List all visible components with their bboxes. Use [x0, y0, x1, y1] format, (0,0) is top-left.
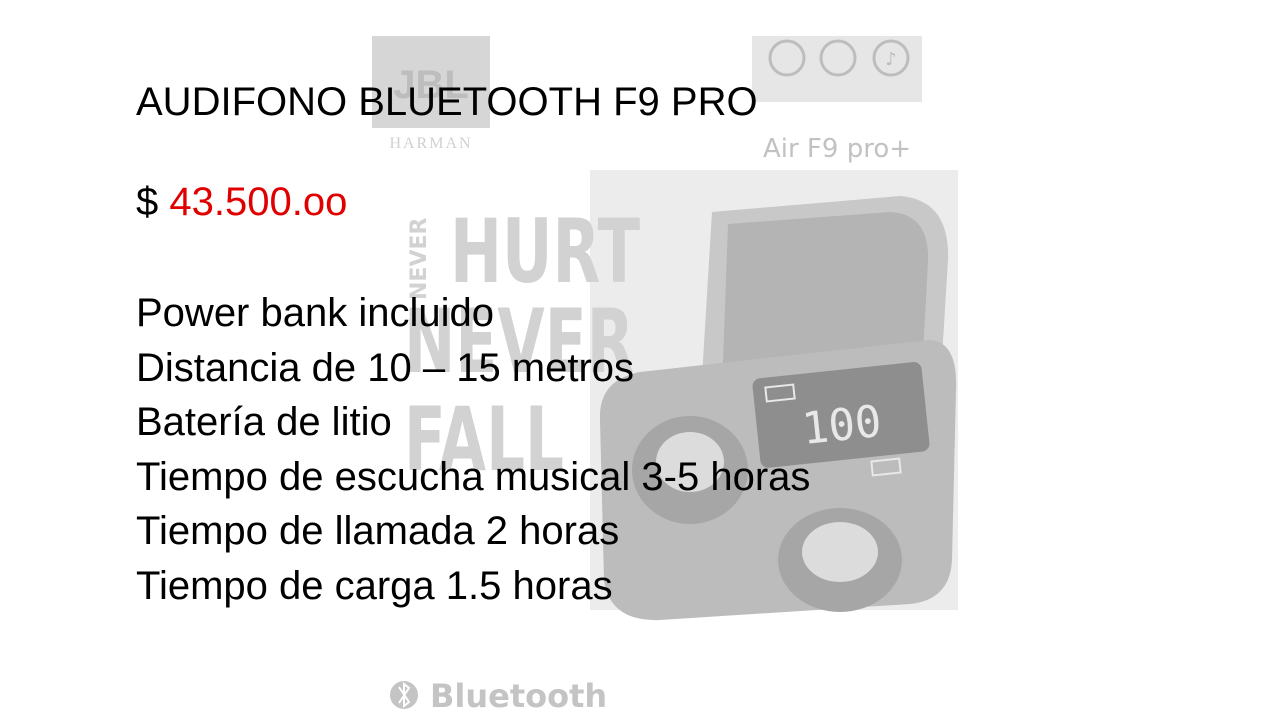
- svg-text:♪: ♪: [885, 49, 897, 70]
- feature-item: Distancia de 10 – 15 metros: [136, 345, 635, 390]
- feature-item: Batería de litio: [136, 400, 392, 445]
- feature-item: Tiempo de carga 1.5 horas: [136, 563, 613, 608]
- price-amount: 43.500.oo: [169, 180, 348, 224]
- currency-symbol: $: [136, 180, 159, 224]
- display-readout: 100: [800, 396, 884, 455]
- bluetooth-label: Bluetooth: [430, 677, 607, 715]
- product-info: AUDIFONO BLUETOOTH F9 PRO $ 43.500.oo Po…: [136, 78, 810, 614]
- product-title: AUDIFONO BLUETOOTH F9 PRO: [136, 80, 758, 124]
- feature-item: Tiempo de escucha musical 3-5 horas: [136, 454, 811, 499]
- feature-list: Power bank incluido Distancia de 10 – 15…: [136, 286, 810, 614]
- bluetooth-logo: Bluetooth: [390, 677, 607, 715]
- feature-item: Tiempo de llamada 2 horas: [136, 509, 620, 554]
- feature-item: Power bank incluido: [136, 291, 494, 335]
- product-price: $ 43.500.oo: [136, 178, 810, 226]
